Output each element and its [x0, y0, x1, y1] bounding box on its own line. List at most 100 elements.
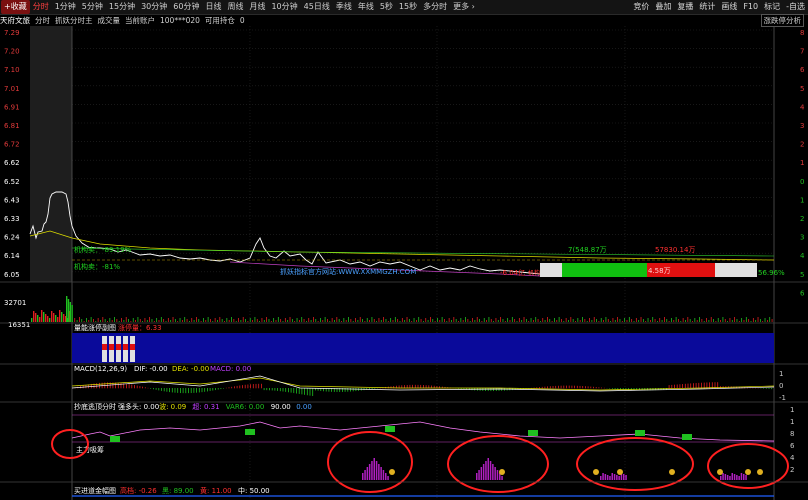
period-tab-1[interactable]: 1分钟 [52, 0, 79, 14]
macd-bar [142, 386, 143, 389]
volume-bar [565, 318, 567, 322]
volume-bar [460, 318, 462, 322]
volume-bar [542, 318, 544, 322]
period-tab-15[interactable]: 多分时 [420, 0, 450, 14]
volume-bar [282, 321, 284, 322]
macd-bar [571, 385, 573, 389]
macd-bar [290, 388, 292, 393]
coin-icon [745, 469, 751, 475]
volume-bar [547, 317, 548, 322]
money-bar [726, 475, 729, 480]
macd-bar [490, 388, 492, 392]
period-tab-3[interactable]: 15分钟 [106, 0, 138, 14]
money-bar [371, 461, 373, 480]
macd-bar [579, 385, 581, 389]
price-tick-3: 7.01 [4, 85, 20, 93]
period-toolbar: +收藏 分时 1分钟 5分钟 15分钟 30分钟 60分钟 日线 周线 月线 10分钟 45日线 季线… [0, 0, 808, 15]
period-tab-14[interactable]: 15秒 [396, 0, 420, 14]
chart-area[interactable]: 7.29 7.20 7.10 7.01 6.91 6.81 6.72 6.62 6.52 6.43… [0, 26, 808, 500]
volume-bar [703, 321, 705, 322]
volume-bar [589, 318, 590, 322]
macd-bar [217, 388, 219, 390]
macd-bar [352, 388, 354, 392]
macd-bar [582, 386, 584, 389]
period-tab-13[interactable]: 5秒 [377, 0, 396, 14]
volume-bar [235, 321, 237, 322]
tool-tab-6[interactable]: 标记 [761, 0, 783, 14]
flow-bar-green [562, 263, 647, 277]
macd-bar [695, 383, 697, 389]
tool-tab-0[interactable]: 竞价 [630, 0, 652, 14]
info-item-6: 0 [239, 16, 245, 25]
tool-tab-5[interactable]: F10 [740, 0, 761, 14]
period-tab-7[interactable]: 周线 [224, 0, 246, 14]
period-tab-2[interactable]: 5分钟 [79, 0, 106, 14]
volume-bar [114, 317, 115, 322]
pct-tick-0: 8 [800, 29, 804, 37]
volume-bar [427, 320, 429, 322]
period-tab-9[interactable]: 10分钟 [268, 0, 300, 14]
volume-bar [163, 319, 165, 322]
period-tab-4[interactable]: 30分钟 [138, 0, 170, 14]
volume-bar [266, 317, 268, 322]
volume-bar [745, 317, 747, 322]
macd-bar [614, 388, 616, 390]
macd-bar [282, 388, 284, 392]
volume-bar [210, 319, 211, 322]
volume-bar [254, 317, 256, 322]
tool-tab-2[interactable]: 复播 [674, 0, 696, 14]
volume-bar [109, 318, 111, 322]
period-tab-6[interactable]: 日线 [202, 0, 224, 14]
volume-bar [598, 321, 600, 322]
period-tab-0[interactable]: 分时 [30, 0, 52, 14]
tool-tab-4[interactable]: 画线 [718, 0, 740, 14]
macd-bar [598, 387, 600, 389]
volume-bar [532, 320, 534, 322]
volume-bar [444, 319, 445, 322]
volume-bar [270, 321, 272, 322]
volume-bar [757, 317, 759, 322]
volume-bar [486, 320, 487, 322]
period-tab-10[interactable]: 45日线 [301, 0, 333, 14]
period-tab-8[interactable]: 月线 [246, 0, 268, 14]
volume-bar [685, 320, 686, 322]
volume-bar [177, 321, 179, 322]
period-tab-5[interactable]: 60分钟 [170, 0, 202, 14]
macd-bar [593, 386, 594, 389]
tab-fenshi[interactable]: +收藏 [1, 0, 30, 14]
volume-bar [149, 317, 151, 322]
period-tab-16[interactable]: 更多 › [450, 0, 478, 14]
volume-bar [645, 321, 647, 322]
tool-tab-3[interactable]: 统计 [696, 0, 718, 14]
volume-bar [49, 318, 51, 322]
pct-tick-12: 4 [800, 252, 805, 260]
volume-bar [762, 321, 764, 322]
volume-bar [97, 318, 99, 322]
money-title: 抄底逃顶分时 [74, 402, 116, 411]
volume-tick-1: 16351 [8, 321, 30, 329]
volume-bar [135, 320, 136, 322]
volume-bar [331, 318, 333, 322]
period-tab-11[interactable]: 季线 [333, 0, 355, 14]
period-tab-12[interactable]: 年线 [355, 0, 377, 14]
money-bar [492, 464, 494, 480]
buy-mark [110, 436, 120, 442]
pct-tick-14: 6 [800, 289, 805, 297]
volume-bar [603, 320, 604, 322]
volume-bar [390, 318, 392, 322]
info-item-2: 成交量 [97, 16, 121, 25]
money-bar [482, 464, 485, 480]
volume-bar [221, 319, 223, 322]
net-left: -6.04亿 [500, 268, 525, 277]
money-bar [602, 473, 604, 480]
volume-bar [380, 320, 382, 322]
volume-bar [289, 317, 291, 322]
volume-bar [619, 319, 621, 322]
tool-tab-1[interactable]: 叠加 [652, 0, 674, 14]
info-item-4: 100***020 [160, 16, 200, 25]
money-bar [606, 475, 609, 480]
tool-tab-7[interactable]: -自选 [783, 0, 808, 14]
toolbar-right: 竞价 叠加 复播 统计 画线 F10 标记 -自选 [630, 0, 808, 14]
price-tick-7: 6.62 [4, 159, 20, 167]
volume-bar [617, 317, 619, 322]
